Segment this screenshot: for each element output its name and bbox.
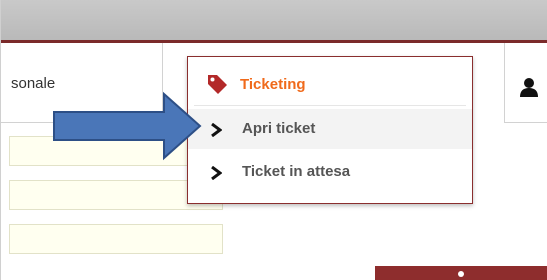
menu-item-ticket-in-attesa[interactable]: Ticket in attesa — [188, 152, 472, 192]
bottom-action-button[interactable] — [375, 266, 547, 280]
app-window: sonale Ticketing Apri ticket Ticket in a… — [0, 0, 547, 280]
tab-personale[interactable]: sonale — [1, 43, 163, 123]
input-field-3[interactable] — [9, 224, 223, 254]
menu-item-apri-ticket[interactable]: Apri ticket — [188, 109, 472, 149]
chevron-right-icon — [211, 166, 222, 180]
dropdown-divider — [194, 105, 466, 106]
tab-personale-label: sonale — [11, 75, 56, 92]
chevron-right-icon — [211, 123, 222, 137]
user-icon — [520, 78, 538, 97]
button-icon — [458, 271, 464, 277]
menu-item-label: Apri ticket — [242, 120, 316, 137]
menu-item-label: Ticket in attesa — [242, 163, 351, 180]
dropdown-title: Ticketing — [240, 76, 306, 93]
tag-icon — [208, 75, 227, 94]
top-bar — [1, 0, 547, 41]
ticketing-dropdown-menu: Ticketing Apri ticket Ticket in attesa — [187, 56, 473, 204]
tab-user[interactable] — [504, 43, 547, 123]
dropdown-header[interactable]: Ticketing — [188, 57, 472, 105]
